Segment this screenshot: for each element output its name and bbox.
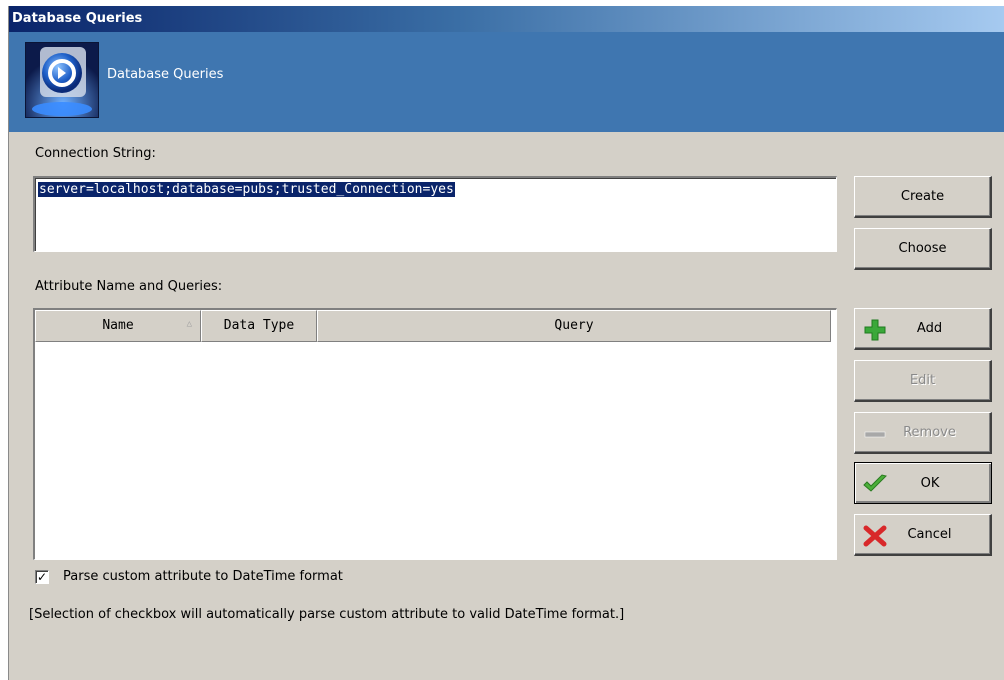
remove-button-label: Remove (903, 425, 956, 440)
connection-string-value: server=localhost;database=pubs;trusted_C… (38, 182, 455, 197)
parse-datetime-note: [Selection of checkbox will automaticall… (29, 607, 625, 622)
database-connection-icon (25, 42, 99, 118)
remove-button[interactable]: Remove (854, 412, 992, 454)
list-header: Name △ Data Type Query (35, 310, 835, 342)
column-header-data-type[interactable]: Data Type (201, 310, 317, 342)
attributes-list[interactable]: Name △ Data Type Query (33, 308, 837, 560)
choose-button-label: Choose (898, 241, 947, 256)
dialog-window: Database Queries Database Queries Connec… (8, 6, 1004, 680)
cancel-button[interactable]: Cancel (854, 514, 992, 556)
cancel-button-label: Cancel (907, 527, 952, 542)
column-query-label: Query (554, 318, 594, 333)
parse-datetime-label[interactable]: Parse custom attribute to DateTime forma… (63, 569, 343, 584)
header-banner: Database Queries (9, 32, 1004, 132)
column-name-label: Name (102, 318, 134, 333)
column-data-type-label: Data Type (223, 318, 295, 333)
add-button[interactable]: Add (854, 308, 992, 350)
create-button-label: Create (900, 189, 945, 204)
edit-button[interactable]: Edit (854, 360, 992, 402)
plus-icon (864, 319, 886, 341)
connection-string-label: Connection String: (35, 146, 156, 161)
red-x-icon (863, 525, 887, 547)
choose-button[interactable]: Choose (854, 228, 992, 270)
attributes-label: Attribute Name and Queries: (35, 279, 223, 294)
column-header-query[interactable]: Query (317, 310, 831, 342)
create-button[interactable]: Create (854, 176, 992, 218)
ok-button[interactable]: OK (854, 462, 992, 504)
checkmark-icon (863, 474, 887, 492)
title-bar: Database Queries (9, 6, 1004, 32)
banner-title: Database Queries (107, 67, 224, 82)
ok-button-label: OK (920, 475, 940, 491)
minus-icon (864, 431, 886, 438)
column-header-name[interactable]: Name △ (35, 310, 201, 342)
edit-button-label: Edit (909, 373, 936, 388)
add-button-label: Add (916, 321, 943, 336)
connection-string-input[interactable]: server=localhost;database=pubs;trusted_C… (33, 176, 837, 252)
window-title: Database Queries (12, 11, 143, 26)
parse-datetime-checkbox[interactable]: ✓ (35, 570, 49, 584)
checkbox-checkmark: ✓ (36, 570, 48, 584)
sort-ascending-icon: △ (186, 319, 192, 329)
